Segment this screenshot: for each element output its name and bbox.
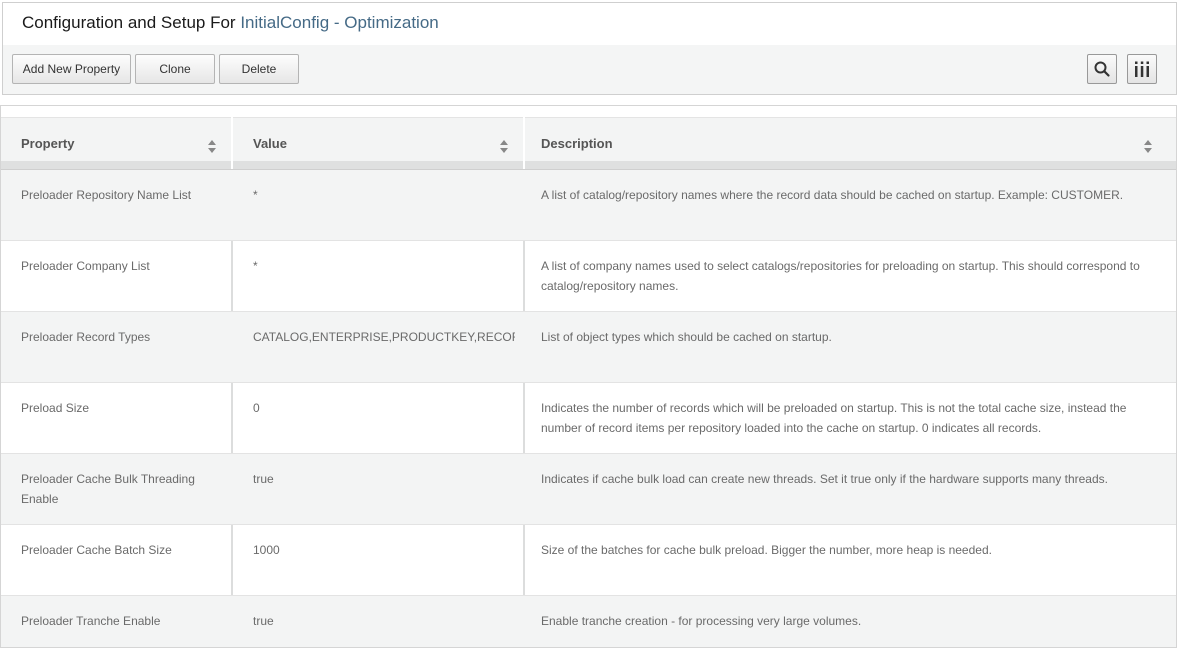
cell-property: Preloader Cache Bulk Threading Enable	[21, 472, 195, 506]
header-property[interactable]: Property	[1, 118, 231, 162]
table-row[interactable]: Preloader Record Types CATALOG,ENTERPRIS…	[1, 312, 1176, 383]
table-row[interactable]: Preloader Repository Name List * A list …	[1, 170, 1176, 241]
cell-value[interactable]: true	[253, 611, 515, 631]
cell-description: Size of the batches for cache bulk prelo…	[541, 543, 992, 557]
cell-description: Indicates the number of records which wi…	[541, 401, 1127, 435]
header-value-label: Value	[253, 136, 287, 151]
table-row[interactable]: Preloader Cache Batch Size 1000 Size of …	[1, 525, 1176, 596]
table-row[interactable]: Preload Size 0 Indicates the number of r…	[1, 383, 1176, 454]
columns-button[interactable]	[1127, 54, 1157, 84]
sort-icon[interactable]	[1144, 140, 1153, 154]
page-title: Configuration and Setup For InitialConfi…	[3, 3, 1176, 45]
cell-value[interactable]: *	[253, 185, 515, 205]
header-property-label: Property	[21, 136, 75, 151]
grid-header: Property Value Description	[1, 106, 1176, 170]
cell-description: A list of company names used to select c…	[541, 259, 1140, 293]
cell-value[interactable]: CATALOG,ENTERPRISE,PRODUCTKEY,RECORD	[253, 327, 515, 347]
columns-icon	[1135, 61, 1149, 77]
header-description[interactable]: Description	[521, 118, 1176, 162]
header-description-label: Description	[541, 136, 613, 151]
cell-description: List of object types which should be cac…	[541, 330, 832, 344]
cell-property: Preloader Company List	[21, 259, 150, 273]
cell-description: Indicates if cache bulk load can create …	[541, 472, 1108, 486]
sort-icon[interactable]	[500, 140, 509, 154]
cell-value[interactable]: 0	[253, 398, 515, 418]
table-row[interactable]: Preloader Company List * A list of compa…	[1, 241, 1176, 312]
cell-property: Preloader Tranche Enable	[21, 614, 161, 628]
cell-property: Preload Size	[21, 401, 90, 415]
config-name: InitialConfig - Optimization	[240, 13, 439, 32]
cell-property: Preloader Repository Name List	[21, 188, 192, 202]
search-icon	[1094, 61, 1110, 77]
add-new-property-button[interactable]: Add New Property	[12, 54, 131, 84]
clone-button[interactable]: Clone	[135, 54, 215, 84]
cell-property: Preloader Cache Batch Size	[21, 543, 172, 557]
toolbar: Add New Property Clone Delete	[3, 45, 1176, 95]
title-prefix: Configuration and Setup For	[22, 13, 236, 32]
cell-value[interactable]: 1000	[253, 540, 515, 560]
cell-value[interactable]: *	[253, 256, 515, 276]
table-row[interactable]: Preloader Tranche Enable true Enable tra…	[1, 596, 1176, 647]
delete-button[interactable]: Delete	[219, 54, 299, 84]
sort-icon[interactable]	[208, 140, 217, 154]
search-button[interactable]	[1087, 54, 1117, 84]
cell-property: Preloader Record Types	[21, 330, 151, 344]
header-value[interactable]: Value	[233, 118, 523, 162]
properties-grid: Property Value Description Preloader Rep…	[0, 105, 1177, 648]
config-panel: Configuration and Setup For InitialConfi…	[2, 2, 1177, 95]
table-row[interactable]: Preloader Cache Bulk Threading Enable tr…	[1, 454, 1176, 525]
cell-value[interactable]: true	[253, 469, 515, 489]
cell-description: A list of catalog/repository names where…	[541, 188, 1124, 202]
cell-description: Enable tranche creation - for processing…	[541, 614, 862, 628]
